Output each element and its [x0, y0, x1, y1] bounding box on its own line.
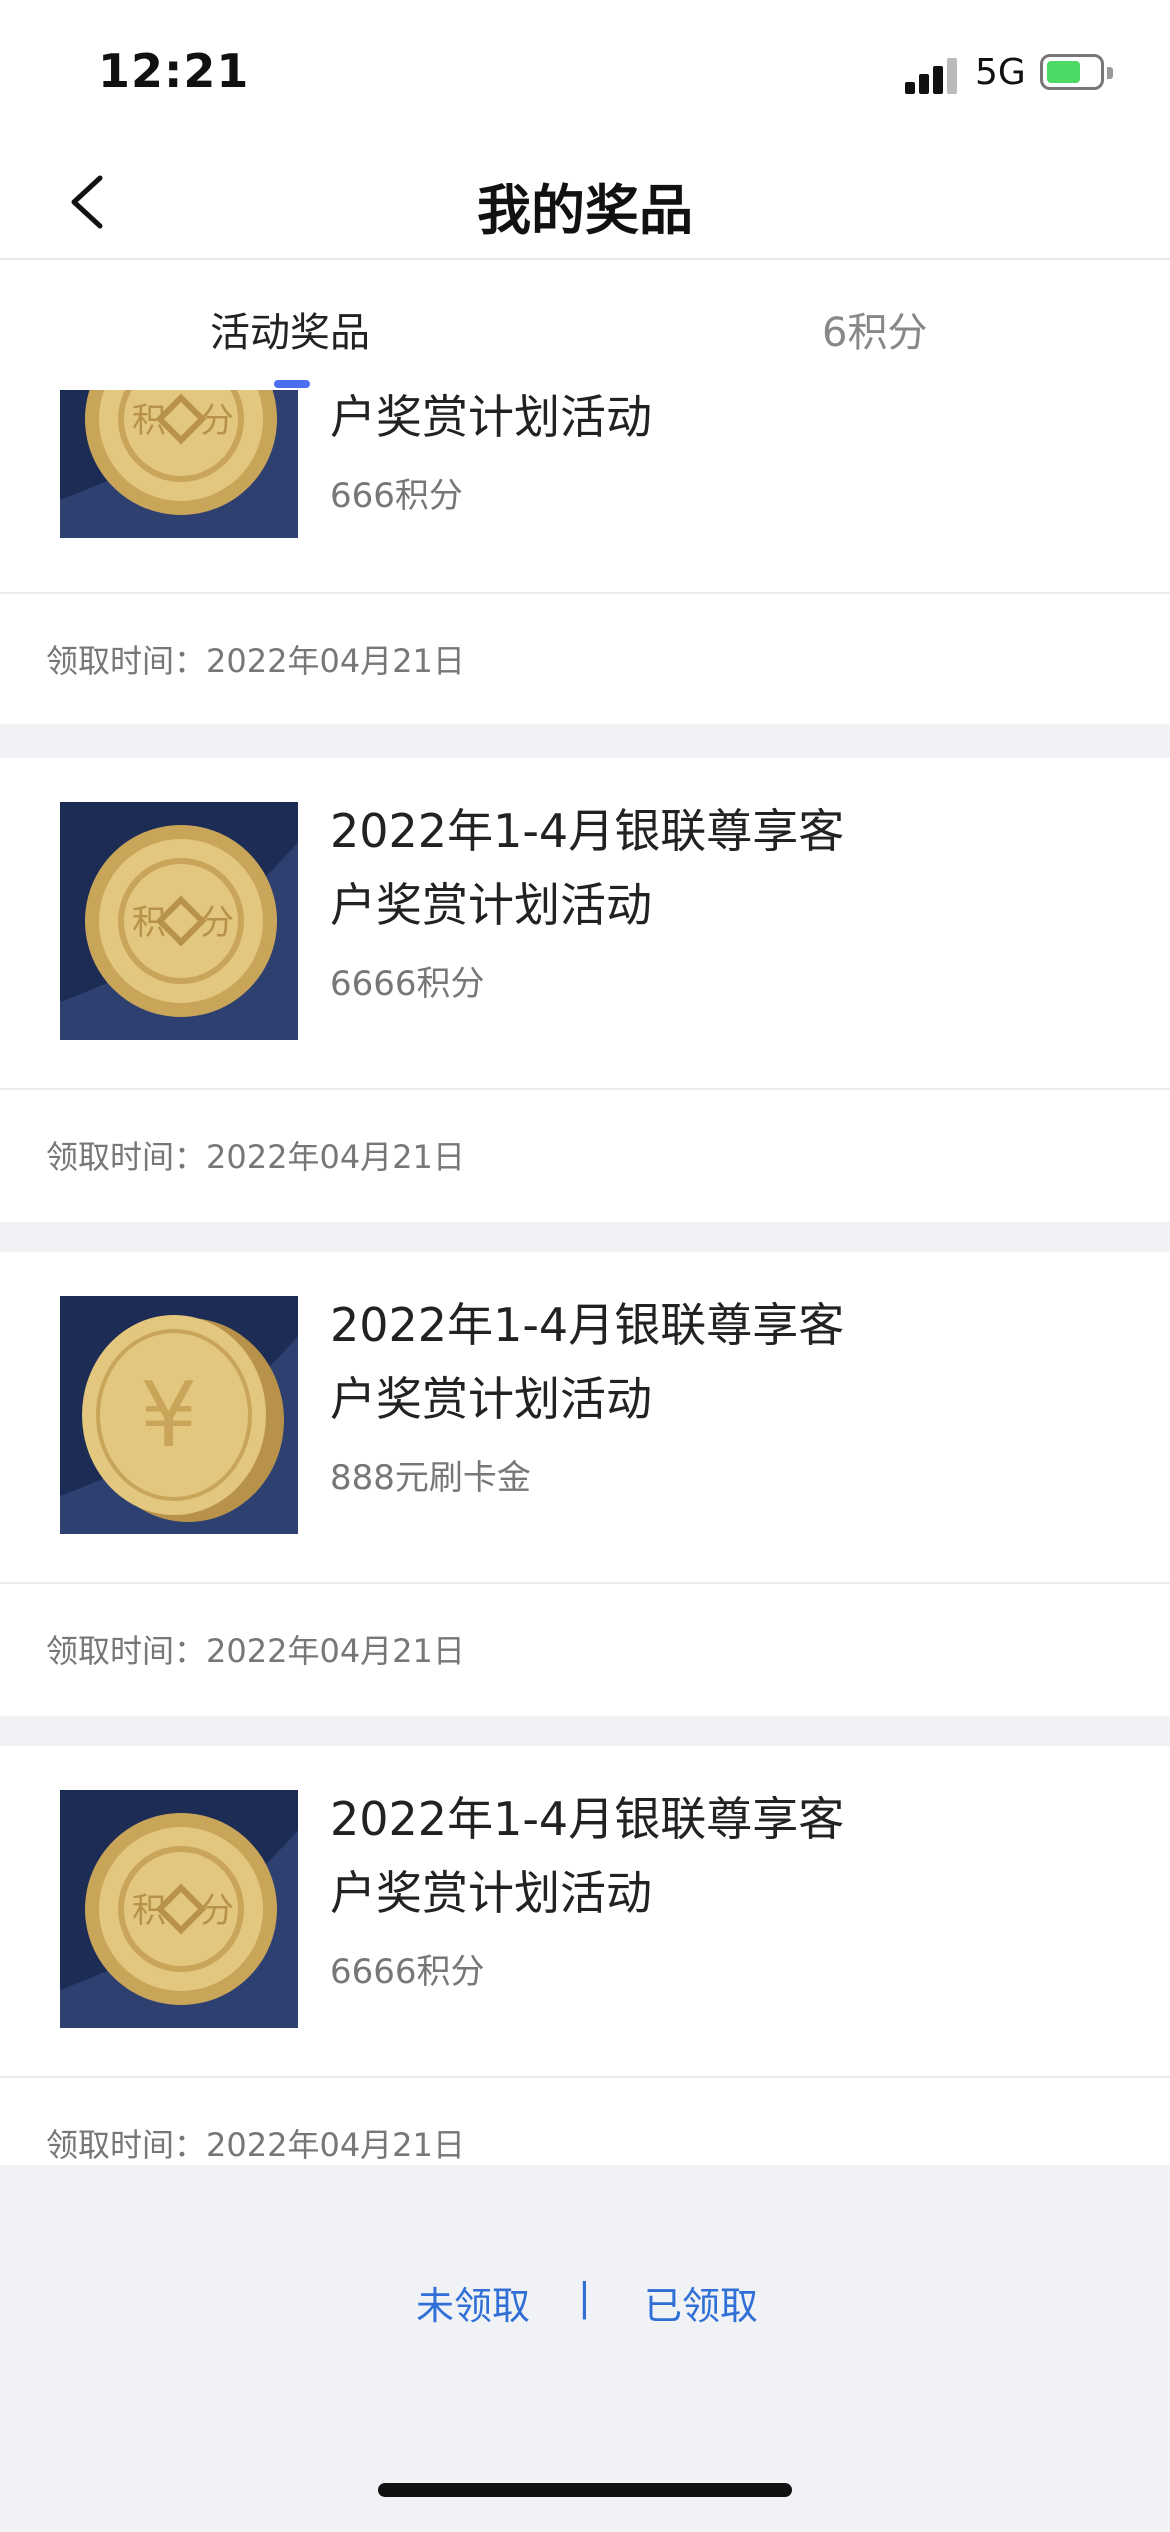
svg-text:¥: ¥: [140, 1363, 197, 1468]
tab-points[interactable]: 6积分: [822, 300, 927, 358]
prize-amount: 666积分: [330, 476, 463, 516]
svg-text:分: 分: [200, 1891, 234, 1931]
prize-card[interactable]: 积 分 户奖赏计划活动 666积分 领取时间：2022年04月21日: [0, 390, 1170, 724]
tab-activity-prizes[interactable]: 活动奖品: [210, 300, 370, 358]
prize-list[interactable]: 积 分 户奖赏计划活动 666积分 领取时间：2022年04月21日 积 分 2…: [0, 390, 1170, 2165]
prize-amount: 6666积分: [330, 964, 485, 1004]
divider: [0, 2076, 1170, 2078]
points-coin-icon: 积 分: [60, 1790, 298, 2028]
status-bar: 12:21 5G: [0, 0, 1170, 140]
claim-time: 领取时间：2022年04月21日: [46, 2126, 465, 2164]
claim-time: 领取时间：2022年04月21日: [46, 1632, 465, 1670]
status-time: 12:21: [98, 44, 250, 98]
points-coin-icon: 积 分: [60, 802, 298, 1040]
separator: |: [578, 2275, 591, 2319]
prize-name: 户奖赏计划活动: [330, 390, 652, 444]
svg-text:积: 积: [132, 401, 166, 441]
unclaimed-link[interactable]: 未领取: [416, 2275, 530, 2330]
claim-time: 领取时间：2022年04月21日: [46, 1138, 465, 1176]
prize-amount: 6666积分: [330, 1952, 485, 1992]
tab-active-indicator: [274, 380, 310, 388]
yuan-coin-icon: ¥: [60, 1296, 298, 1534]
prize-amount: 888元刷卡金: [330, 1458, 531, 1498]
divider: [0, 1582, 1170, 1584]
prize-card[interactable]: 积 分 2022年1-4月银联尊享客 户奖赏计划活动 6666积分 领取时间：2…: [0, 1746, 1170, 2165]
divider: [0, 592, 1170, 594]
navigation-bar: 我的奖品: [0, 140, 1170, 260]
prize-name: 2022年1-4月银联尊享客 户奖赏计划活动: [330, 804, 845, 932]
prize-card[interactable]: 积 分 2022年1-4月银联尊享客 户奖赏计划活动 6666积分 领取时间：2…: [0, 758, 1170, 1222]
svg-text:积: 积: [132, 1891, 166, 1931]
tab-bar: 活动奖品 6积分: [0, 260, 1170, 390]
cellular-signal-icon: [905, 58, 961, 94]
svg-text:分: 分: [200, 903, 234, 943]
svg-text:积: 积: [132, 903, 166, 943]
page-title: 我的奖品: [477, 179, 693, 242]
svg-text:分: 分: [200, 401, 234, 441]
divider: [0, 1088, 1170, 1090]
footer: 未领取 | 已领取: [0, 2165, 1170, 2532]
claimed-link[interactable]: 已领取: [644, 2275, 758, 2330]
home-indicator: [378, 2483, 792, 2497]
prize-card[interactable]: ¥ 2022年1-4月银联尊享客 户奖赏计划活动 888元刷卡金 领取时间：20…: [0, 1252, 1170, 1716]
prize-name: 2022年1-4月银联尊享客 户奖赏计划活动: [330, 1298, 845, 1426]
battery-icon: [1040, 54, 1113, 90]
prize-name: 2022年1-4月银联尊享客 户奖赏计划活动: [330, 1792, 845, 1920]
claim-time: 领取时间：2022年04月21日: [46, 642, 465, 680]
points-coin-icon: 积 分: [60, 390, 298, 538]
network-type: 5G: [975, 52, 1026, 93]
